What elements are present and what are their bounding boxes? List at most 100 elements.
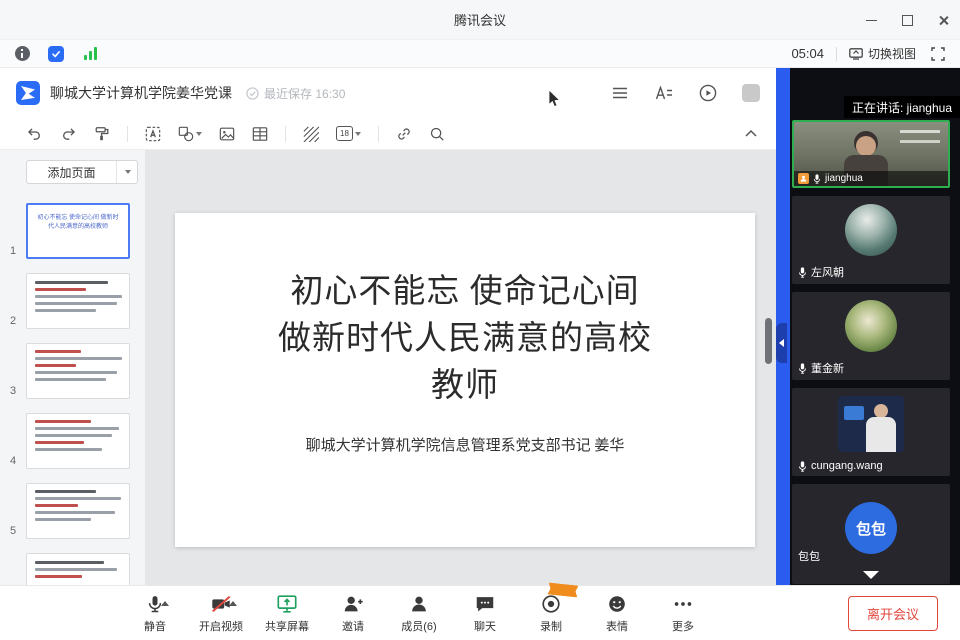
slide-thumbnail-5[interactable] [26, 483, 130, 539]
slide-thumbnail-4[interactable] [26, 413, 130, 469]
scroll-down-icon[interactable] [863, 571, 879, 579]
share-screen-icon [275, 593, 299, 615]
fullscreen-icon [931, 47, 945, 61]
check-circle-icon [246, 87, 259, 100]
start-video-button[interactable]: 开启视频 [194, 592, 248, 634]
divider [127, 126, 128, 142]
chevron-down-icon [196, 132, 202, 136]
participant-name: 左风朝 [811, 264, 844, 280]
slide-row-2: 2 [0, 273, 145, 329]
avatar [845, 204, 897, 256]
add-page-dropdown[interactable] [116, 161, 137, 183]
menu-button[interactable] [610, 83, 630, 103]
mic-icon [813, 174, 821, 184]
maximize-button[interactable] [900, 13, 914, 27]
slide-row-3: 3 [0, 343, 145, 399]
invite-button[interactable]: 邀请 [326, 592, 380, 634]
chat-button[interactable]: 聊天 [458, 592, 512, 634]
fill-pattern-button[interactable] [303, 124, 319, 144]
insert-table-button[interactable] [252, 124, 268, 144]
main-area: 聊城大学计算机学院姜华党课 最近保存 16:30 [0, 68, 960, 585]
text-box-icon [145, 126, 161, 142]
minimize-button[interactable] [864, 13, 878, 27]
wps-logo-icon[interactable] [16, 81, 40, 105]
user-avatar[interactable] [742, 84, 760, 102]
text-style-button[interactable] [654, 83, 674, 103]
smiley-icon [606, 593, 628, 615]
thumbnail-list: 1 初心不能忘 使命记心间 做新时代人民满意的高校教师 2 [0, 203, 145, 585]
tencent-meeting-window: 腾讯会议 05:04 切换视图 [0, 0, 960, 640]
share-screen-button[interactable]: 共享屏幕 [260, 592, 314, 634]
slide-number: 5 [0, 525, 26, 539]
reactions-button[interactable]: 表情 [590, 592, 644, 634]
slide-thumbnail-2[interactable] [26, 273, 130, 329]
current-slide[interactable]: 初心不能忘 使命记心间 做新时代人民满意的高校 教师 聊城大学计算机学院信息管理… [175, 213, 755, 547]
slide-thumbnail-6[interactable] [26, 553, 130, 585]
hamburger-icon [612, 87, 628, 99]
camera-options-caret[interactable] [229, 601, 237, 606]
close-button[interactable] [936, 13, 950, 27]
active-speaker-label: 正在讲话: jianghua [844, 96, 960, 118]
undo-button[interactable] [26, 124, 43, 144]
shield-icon [48, 46, 64, 62]
divider [285, 126, 286, 142]
mic-options-caret[interactable] [161, 601, 169, 606]
shapes-icon [178, 126, 194, 142]
minimize-icon [866, 20, 877, 21]
meeting-info-button[interactable] [12, 44, 32, 64]
video-tile-jianghua[interactable]: jianghua [792, 120, 950, 188]
signal-bars-icon [84, 47, 97, 60]
window-controls [864, 0, 950, 40]
save-status-text: 最近保存 16:30 [264, 85, 345, 102]
avatar [838, 396, 904, 452]
page-number-button[interactable]: 18 [336, 124, 361, 144]
slide-row-5: 5 [0, 483, 145, 539]
insert-link-button[interactable] [396, 124, 412, 144]
play-slideshow-button[interactable] [698, 83, 718, 103]
switch-view-label: 切换视图 [868, 45, 916, 62]
leave-meeting-button[interactable]: 离开会议 [848, 596, 938, 631]
collapse-panel-button[interactable] [776, 323, 787, 363]
slide-thumbnail-1[interactable]: 初心不能忘 使命记心间 做新时代人民满意的高校教师 [26, 203, 130, 259]
mic-icon [798, 363, 807, 374]
canvas-scrollbar[interactable] [765, 318, 772, 364]
person-icon [408, 593, 430, 615]
page-badge: 18 [336, 126, 353, 141]
record-button[interactable]: 录制 [524, 592, 578, 634]
fullscreen-button[interactable] [928, 44, 948, 64]
video-tile-zuofengchao[interactable]: 左风朝 [792, 196, 950, 284]
network-quality-button[interactable] [80, 44, 100, 64]
meeting-controls-bar: 静音 开启视频 共享屏幕 邀请 成员(6) [0, 585, 960, 640]
switch-view-button[interactable]: 切换视图 [849, 45, 916, 62]
more-button[interactable]: 更多 [656, 592, 710, 634]
chevron-down-icon [355, 132, 361, 136]
avatar: 包包 [845, 502, 897, 554]
video-tile-dongjinxin[interactable]: 董金新 [792, 292, 950, 380]
video-tile-baobao[interactable]: 包包 包包 [792, 484, 950, 584]
slide-canvas[interactable]: 初心不能忘 使命记心间 做新时代人民满意的高校 教师 聊城大学计算机学院信息管理… [145, 150, 776, 585]
redo-button[interactable] [60, 124, 77, 144]
panel-divider-strip [776, 68, 790, 585]
tile-namebar: jianghua [794, 171, 948, 186]
slide-row-6: 6 [0, 553, 145, 585]
shapes-button[interactable] [178, 124, 202, 144]
info-icon [15, 46, 30, 61]
video-tile-cungang-wang[interactable]: cungang.wang [792, 388, 950, 476]
mic-icon [798, 267, 807, 278]
insert-image-button[interactable] [219, 124, 235, 144]
slide-thumbnail-3[interactable] [26, 343, 130, 399]
mute-button[interactable]: 静音 [128, 592, 182, 634]
thumbnail-title-text: 初心不能忘 使命记心间 做新时代人民满意的高校教师 [28, 205, 128, 232]
members-button[interactable]: 成员(6) [392, 592, 446, 634]
participant-name: 包包 [798, 548, 820, 564]
security-shield-button[interactable] [46, 44, 66, 64]
add-page-label: 添加页面 [27, 164, 116, 181]
participant-name: jianghua [825, 173, 863, 184]
collapse-toolbar-button[interactable] [744, 124, 758, 144]
format-painter-button[interactable] [94, 124, 110, 144]
text-box-button[interactable] [145, 124, 161, 144]
add-page-button[interactable]: 添加页面 [26, 160, 138, 184]
search-button[interactable] [429, 124, 445, 144]
close-icon [938, 15, 949, 26]
switch-view-icon [849, 48, 863, 60]
